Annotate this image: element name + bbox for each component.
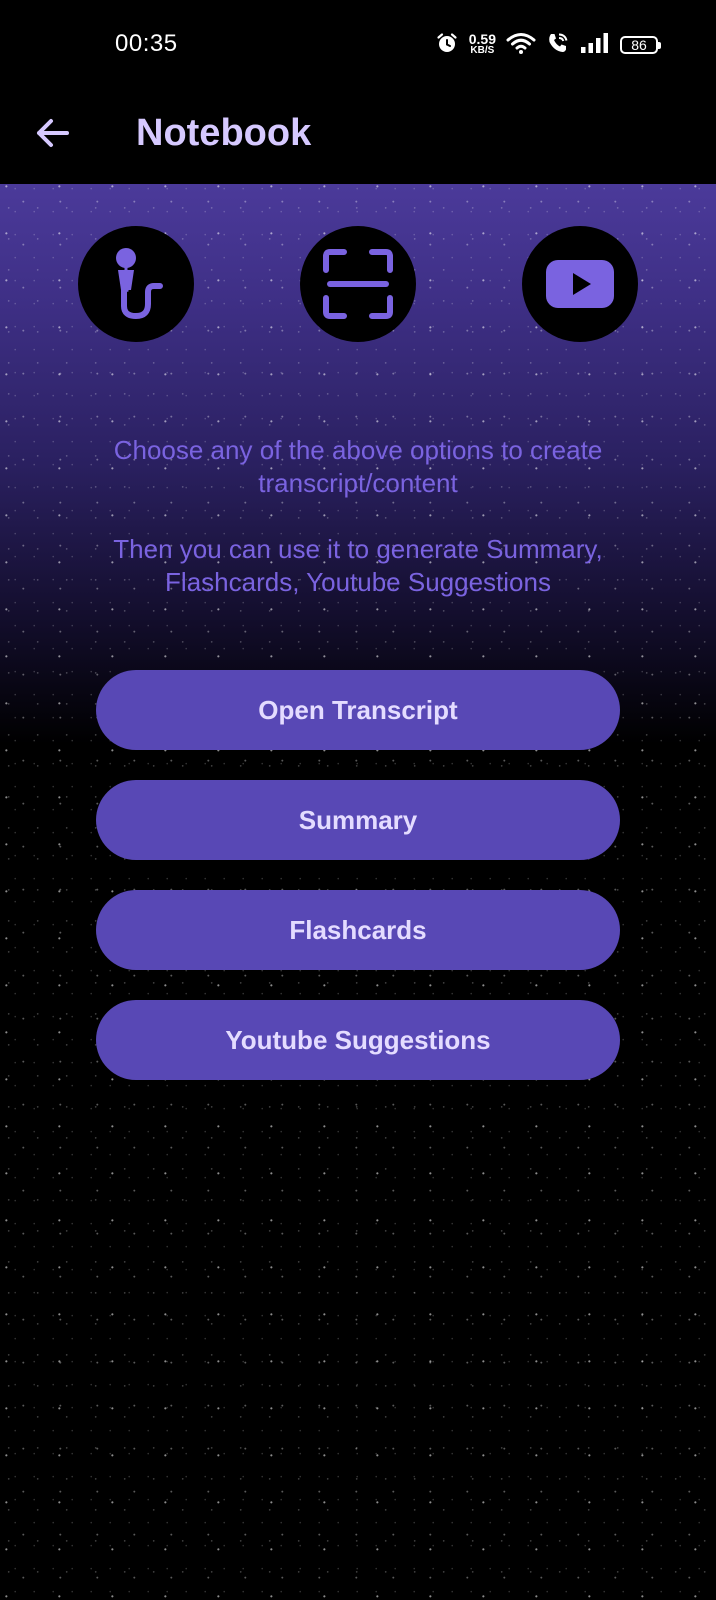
back-button[interactable] [28, 108, 78, 158]
action-buttons: Open Transcript Summary Flashcards Youtu… [96, 670, 620, 1110]
main-content: Choose any of the above options to creat… [0, 184, 716, 1600]
scan-button[interactable] [300, 226, 416, 342]
page-title: Notebook [136, 112, 312, 154]
network-speed-unit: KB/S [470, 45, 495, 56]
scan-icon [323, 249, 393, 319]
info-text: Choose any of the above options to creat… [60, 434, 656, 599]
flashcards-button[interactable]: Flashcards [96, 890, 620, 970]
info-line-generate: Then you can use it to generate Summary,… [113, 534, 603, 597]
youtube-suggestions-button[interactable]: Youtube Suggestions [96, 1000, 620, 1080]
arrow-left-icon [37, 119, 69, 147]
network-speed-value: 0.59 [468, 31, 496, 47]
open-transcript-button[interactable]: Open Transcript [96, 670, 620, 750]
battery-icon: 86 [620, 36, 661, 54]
microphone-icon [116, 248, 163, 320]
info-line-create: Choose any of the above options to creat… [113, 435, 603, 498]
microphone-button[interactable] [78, 226, 194, 342]
signal-icon [580, 32, 610, 59]
status-icons: 0.59 KB/S 86 [435, 28, 661, 62]
youtube-icon [546, 260, 614, 308]
network-speed: 0.59 KB/S [468, 31, 496, 57]
alarm-icon [435, 31, 459, 60]
app-bar: Notebook [0, 90, 716, 184]
wifi-icon [506, 31, 536, 60]
wifi-call-icon [546, 31, 570, 60]
youtube-button[interactable] [522, 226, 638, 342]
summary-button[interactable]: Summary [96, 780, 620, 860]
status-time: 00:35 [115, 30, 178, 57]
input-options [0, 226, 716, 342]
status-bar: 00:35 0.59 KB/S 86 [0, 0, 716, 90]
